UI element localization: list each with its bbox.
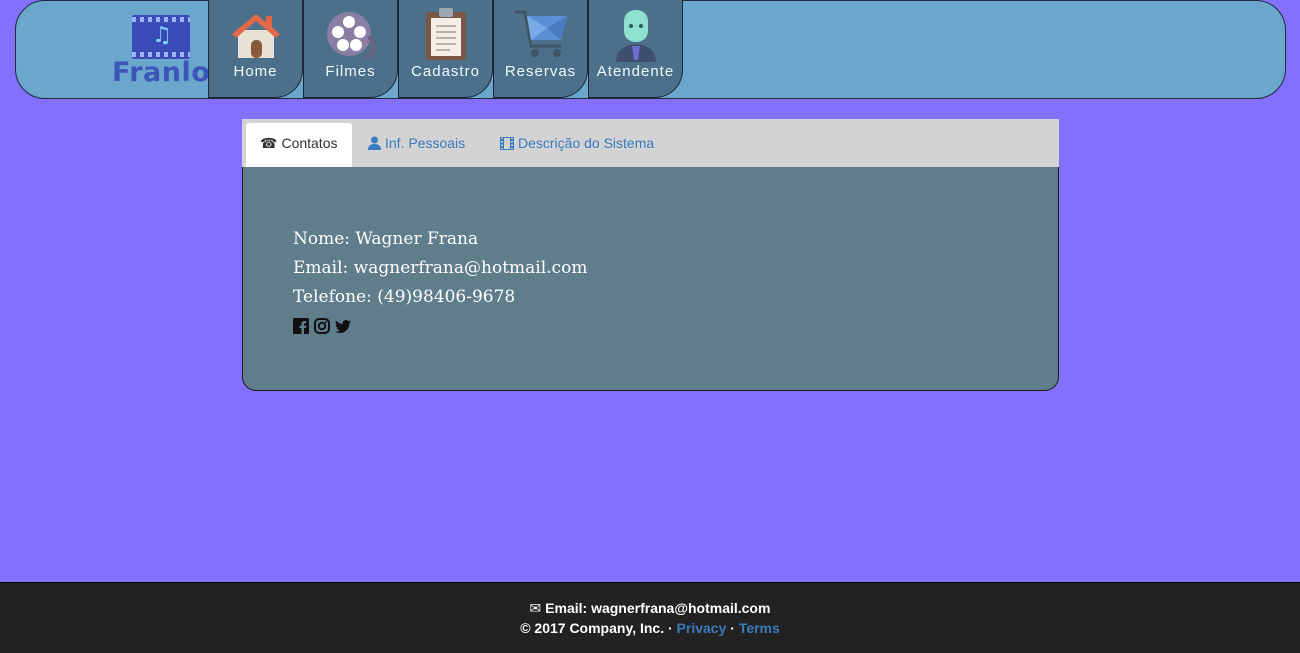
- footer-copyright-line: © 2017 Company, Inc. · Privacy · Terms: [0, 620, 1300, 636]
- nav-item-reservas[interactable]: Reservas: [493, 0, 588, 98]
- tab-inf-pessoais[interactable]: Inf. Pessoais: [354, 123, 479, 168]
- tab-descricao-sistema[interactable]: Descrição do Sistema: [486, 123, 668, 168]
- footer: ✉ Email: wagnerfrana@hotmail.com © 2017 …: [0, 582, 1300, 653]
- contact-email: Email: wagnerfrana@hotmail.com: [293, 258, 588, 278]
- tab-label-contatos: Contatos: [281, 135, 338, 151]
- contact-name: Nome: Wagner Frana: [293, 229, 479, 249]
- tab-bar: ☎ Contatos Inf. Pessoais Descrição do Sis…: [242, 119, 1059, 168]
- footer-separator: ·: [730, 620, 735, 636]
- house-icon: [231, 14, 280, 58]
- film-reel-icon: [326, 12, 374, 60]
- footer-email-line: ✉ Email: wagnerfrana@hotmail.com: [0, 600, 1300, 617]
- main-nav: Home Filmes Cadastro Reservas Atendente: [208, 0, 683, 98]
- footer-email: Email: wagnerfrana@hotmail.com: [545, 600, 771, 616]
- tab-label-inf-pessoais: Inf. Pessoais: [385, 135, 466, 151]
- contacts-panel: Nome: Wagner Frana Email: wagnerfrana@ho…: [242, 167, 1059, 391]
- facebook-icon[interactable]: [293, 318, 309, 334]
- footer-copyright: © 2017 Company, Inc. ·: [520, 620, 673, 636]
- shopping-cart-icon: [514, 10, 567, 57]
- nav-label-atendente: Atendente: [596, 63, 675, 80]
- envelope-icon: ✉: [529, 601, 542, 617]
- nav-label-filmes: Filmes: [325, 63, 376, 80]
- nav-item-atendente[interactable]: Atendente: [588, 0, 683, 98]
- nav-item-filmes[interactable]: Filmes: [303, 0, 398, 98]
- user-icon: [368, 124, 381, 164]
- film-icon: [500, 124, 514, 164]
- social-links: [293, 318, 351, 334]
- phone-icon: ☎: [260, 136, 278, 152]
- privacy-link[interactable]: Privacy: [677, 620, 727, 636]
- nav-label-reservas: Reservas: [504, 63, 577, 80]
- tab-label-descricao: Descrição do Sistema: [518, 135, 655, 151]
- nav-item-cadastro[interactable]: Cadastro: [398, 0, 493, 98]
- brand-name: Franloc: [112, 57, 227, 88]
- contact-info: Nome: Wagner Frana Email: wagnerfrana@ho…: [293, 225, 587, 312]
- nav-label-cadastro: Cadastro: [411, 63, 480, 80]
- contact-phone: Telefone: (49)98406-9678: [293, 287, 516, 307]
- clipboard-icon: [425, 8, 466, 60]
- twitter-icon[interactable]: [335, 318, 351, 334]
- nav-item-home[interactable]: Home: [208, 0, 303, 98]
- attendant-icon: [615, 10, 656, 62]
- music-note-icon: ♫: [152, 23, 172, 48]
- terms-link[interactable]: Terms: [739, 620, 780, 636]
- brand-logo[interactable]: ♫ Franloc: [112, 13, 227, 88]
- nav-label-home: Home: [233, 63, 278, 80]
- tab-contatos[interactable]: ☎ Contatos: [246, 123, 352, 168]
- instagram-icon[interactable]: [314, 318, 330, 334]
